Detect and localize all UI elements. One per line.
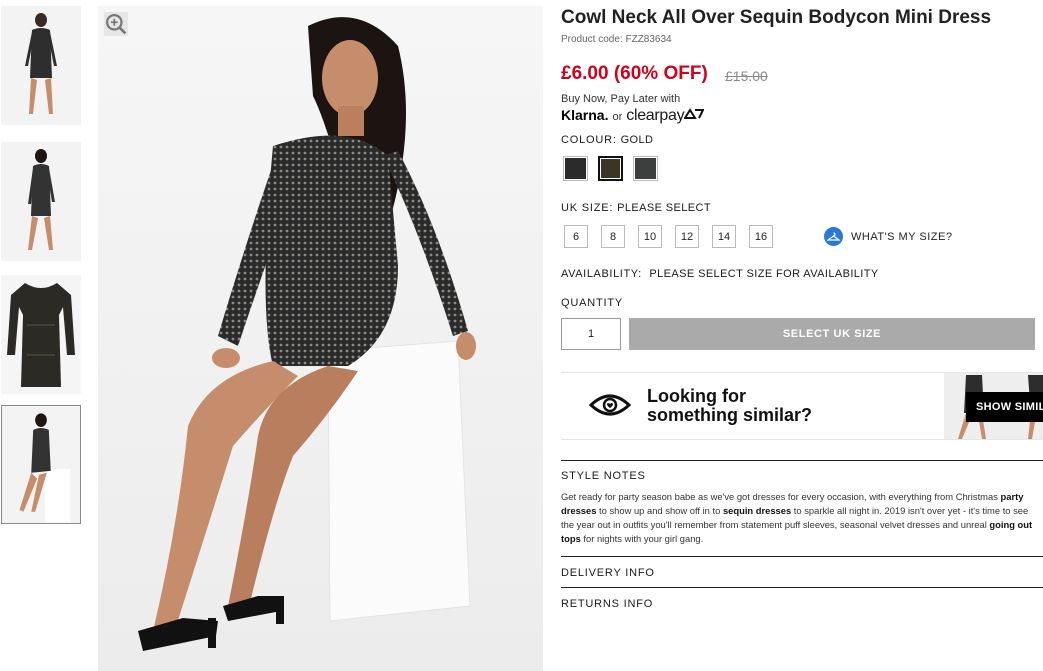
thumbnail-1[interactable] [1, 6, 81, 125]
style-notes-heading[interactable]: STYLE NOTES [561, 470, 1043, 482]
size-label-text: UK SIZE: [561, 202, 614, 214]
similar-banner[interactable]: Looking for something similar? SHOW SIMI… [561, 372, 1043, 440]
thumbnail-3[interactable] [1, 275, 81, 394]
similar-line-1: Looking for [647, 386, 746, 406]
delivery-info-section[interactable]: DELIVERY INFO [561, 556, 1043, 579]
product-details-panel: Cowl Neck All Over Sequin Bodycon Mini D… [561, 0, 1043, 671]
swatch-black-fill [565, 158, 586, 179]
link-party[interactable]: party [1001, 491, 1024, 502]
bnpl-text: Buy Now, Pay Later with [561, 93, 681, 105]
colour-label-text: COLOUR: [561, 134, 617, 146]
zoom-button[interactable] [104, 12, 128, 36]
style-notes-body: Get ready for party season babe as we've… [561, 490, 1043, 546]
size-option-16[interactable]: 16 [749, 225, 773, 248]
style-notes-text-4: for nights with your girl gang. [580, 533, 704, 544]
swatch-gold-fill [601, 159, 620, 178]
availability-label: AVAILABILITY: [561, 268, 642, 280]
size-label: UK SIZE: PLEASE SELECT [561, 202, 711, 214]
delivery-info-heading: DELIVERY INFO [561, 567, 655, 579]
availability: AVAILABILITY: PLEASE SELECT SIZE FOR AVA… [561, 268, 879, 280]
bnpl-brands: Klarna. or clearpay [561, 107, 705, 125]
sale-price: £6.00 (60% OFF) [561, 63, 708, 84]
returns-info-section[interactable]: RETURNS INFO [561, 587, 1043, 610]
size-options: 6 8 10 12 14 16 [564, 225, 773, 248]
size-option-10[interactable]: 10 [638, 225, 662, 248]
size-option-6[interactable]: 6 [564, 225, 588, 248]
swatch-black[interactable] [563, 156, 588, 181]
availability-value: PLEASE SELECT SIZE FOR AVAILABILITY [649, 268, 879, 280]
bnpl-or: or [612, 111, 623, 123]
whats-my-size-link[interactable]: WHAT'S MY SIZE? [824, 227, 952, 246]
model-photo [98, 6, 543, 671]
link-sequin-dresses[interactable]: sequin dresses [723, 505, 791, 516]
style-notes-text-1: Get ready for party season babe as we've… [561, 491, 1001, 502]
size-value: PLEASE SELECT [617, 202, 711, 214]
thumbnail-4[interactable] [1, 405, 81, 524]
clearpay-logo[interactable]: clearpay [626, 107, 705, 125]
size-option-8[interactable]: 8 [601, 225, 625, 248]
klarna-logo[interactable]: Klarna. [561, 107, 608, 123]
clearpay-arrows-icon [683, 108, 705, 119]
hanger-icon [824, 227, 843, 246]
select-size-button[interactable]: SELECT UK SIZE [629, 318, 1035, 350]
thumbnail-2[interactable] [1, 142, 81, 261]
similar-heading: Looking for something similar? [647, 387, 812, 425]
style-notes-text-2: to show up and show off in to [596, 505, 723, 516]
swatch-gold[interactable] [598, 156, 623, 181]
quantity-input[interactable] [561, 318, 621, 350]
similar-line-2: something similar? [647, 405, 813, 425]
product-title: Cowl Neck All Over Sequin Bodycon Mini D… [561, 7, 992, 28]
swatch-silver-fill [635, 158, 656, 179]
colour-value: GOLD [620, 134, 654, 146]
size-option-12[interactable]: 12 [675, 225, 699, 248]
whats-my-size-label: WHAT'S MY SIZE? [851, 230, 953, 243]
show-similar-button[interactable]: SHOW SIMILAR [966, 392, 1043, 422]
swatch-silver[interactable] [633, 156, 658, 181]
main-product-image[interactable] [98, 6, 543, 671]
zoom-in-icon [105, 13, 127, 35]
clearpay-wordmark: clearpay [626, 107, 685, 124]
original-price: £15.00 [725, 68, 768, 84]
quantity-label: QUANTITY [561, 297, 624, 309]
colour-label: COLOUR: GOLD [561, 134, 653, 146]
product-code: Product code: FZZ83634 [561, 34, 672, 45]
link-dresses[interactable]: dresses [561, 505, 596, 516]
colour-swatches [563, 156, 658, 181]
size-option-14[interactable]: 14 [712, 225, 736, 248]
eye-icon [589, 394, 631, 416]
style-notes-section: STYLE NOTES Get ready for party season b… [561, 460, 1043, 546]
returns-info-heading: RETURNS INFO [561, 598, 654, 610]
